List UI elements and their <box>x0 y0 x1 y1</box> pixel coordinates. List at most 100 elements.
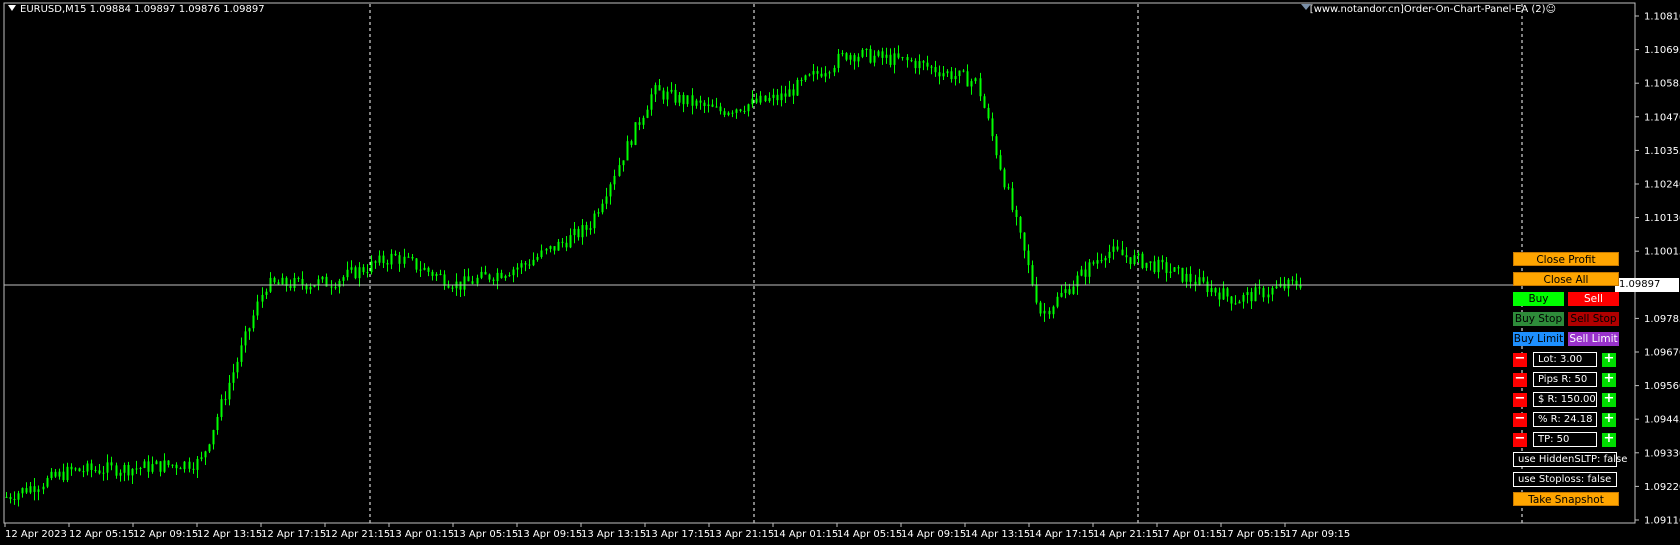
price-chart[interactable]: 1.10810 1.10695 1.10585 1.10470 1.10355 1.102… <box>0 0 1680 545</box>
candle-body <box>650 94 653 110</box>
candle-body <box>297 278 300 280</box>
price-tick-label: 1.09330 <box>1644 448 1680 459</box>
close-all-button[interactable]: Close All <box>1513 272 1619 286</box>
pips-risk-decrease-button[interactable]: − <box>1513 372 1527 387</box>
current-price-label: 1.09897 <box>1615 278 1679 292</box>
pips-risk-field[interactable]: Pips R: 50 <box>1533 372 1597 387</box>
candle-body <box>261 294 264 302</box>
price-tick-label: 1.09560 <box>1644 381 1680 392</box>
dollar-risk-field[interactable]: $ R: 150.00 <box>1533 392 1597 407</box>
candle-body <box>419 269 422 271</box>
close-profit-button[interactable]: Close Profit <box>1513 252 1619 266</box>
candle-body <box>703 102 706 106</box>
candle-body <box>171 464 174 466</box>
candle-body <box>370 261 373 273</box>
sell-limit-button[interactable]: Sell Limit <box>1568 332 1619 346</box>
lot-increase-button[interactable]: + <box>1602 352 1616 367</box>
candle-body <box>735 109 738 113</box>
candle-body <box>1080 269 1083 276</box>
candle-body <box>423 267 426 270</box>
candle-body <box>29 486 32 493</box>
time-tick-label: 13 Apr 01:15 <box>389 529 454 540</box>
hidden-sltp-toggle[interactable]: use HiddenSLTP: false <box>1513 452 1627 467</box>
candle-body <box>751 98 754 105</box>
buy-limit-button[interactable]: Buy Limit <box>1513 332 1564 346</box>
tp-field[interactable]: TP: 50 <box>1533 432 1597 447</box>
candle-body <box>528 264 531 266</box>
candle-body <box>334 287 337 289</box>
time-tick-label: 12 Apr 09:15 <box>133 529 198 540</box>
sell-stop-button[interactable]: Sell Stop <box>1568 312 1619 326</box>
candle-body <box>127 464 130 476</box>
candle-body <box>1254 287 1257 302</box>
tp-decrease-button[interactable]: − <box>1513 432 1527 447</box>
candle-body <box>646 109 649 118</box>
dollar-risk-increase-button[interactable]: + <box>1602 392 1616 407</box>
candle-body <box>98 470 101 474</box>
candle-body <box>824 73 827 77</box>
sell-button[interactable]: Sell <box>1568 292 1619 306</box>
candle-body <box>1291 279 1294 281</box>
candle-body <box>106 462 109 473</box>
candle-body <box>86 463 89 472</box>
candle-body <box>1145 262 1148 268</box>
candle-body <box>13 498 16 500</box>
time-tick-label: 13 Apr 13:15 <box>581 529 646 540</box>
candle-body <box>37 489 40 492</box>
candle-body <box>407 256 410 258</box>
time-tick-label: 17 Apr 05:15 <box>1221 529 1286 540</box>
candle-body <box>1246 292 1249 296</box>
price-tick-label: 1.09670 <box>1644 348 1680 359</box>
price-tick-label: 1.10015 <box>1644 247 1680 258</box>
candle-body <box>1068 289 1071 294</box>
candle-body <box>1052 306 1055 315</box>
candle-body <box>1072 286 1075 294</box>
candle-body <box>654 85 657 95</box>
candle-body <box>183 461 186 470</box>
tp-increase-button[interactable]: + <box>1602 432 1616 447</box>
lot-decrease-button[interactable]: − <box>1513 352 1527 367</box>
candle-body <box>682 94 685 105</box>
candle-body <box>342 277 345 281</box>
candle-body <box>1161 259 1164 263</box>
candle-body <box>1230 296 1233 304</box>
percent-risk-increase-button[interactable]: + <box>1602 412 1616 427</box>
candle-body <box>115 465 118 476</box>
candle-body <box>885 54 888 58</box>
candle-body <box>232 372 235 383</box>
candle-body <box>378 255 381 263</box>
time-tick-label: 12 Apr 21:15 <box>325 529 390 540</box>
candle-body <box>1267 294 1270 298</box>
candle-body <box>958 70 961 77</box>
take-snapshot-button[interactable]: Take Snapshot <box>1513 492 1619 506</box>
candle-body <box>573 228 576 236</box>
candle-body <box>508 275 511 277</box>
buy-stop-button[interactable]: Buy Stop <box>1513 312 1564 326</box>
candle-body <box>155 461 158 465</box>
candle-body <box>804 75 807 81</box>
candle-body <box>1262 288 1265 298</box>
candle-body <box>476 277 479 284</box>
candle-body <box>78 468 81 472</box>
candle-body <box>524 263 527 265</box>
candle-body <box>686 95 689 105</box>
candle-body <box>1125 255 1128 258</box>
lot-field[interactable]: Lot: 3.00 <box>1533 352 1597 367</box>
candle-body <box>695 100 698 106</box>
percent-risk-decrease-button[interactable]: − <box>1513 412 1527 427</box>
pips-risk-increase-button[interactable]: + <box>1602 372 1616 387</box>
candle-body <box>179 468 182 470</box>
candle-body <box>480 271 483 278</box>
candle-body <box>90 463 93 470</box>
buy-button[interactable]: Buy <box>1513 292 1564 306</box>
dropdown-triangle-icon[interactable] <box>8 5 16 11</box>
stoploss-toggle[interactable]: use Stoploss: false <box>1513 472 1617 487</box>
candle-body <box>1064 289 1067 293</box>
candle-body <box>747 104 750 112</box>
candle-body <box>504 275 507 279</box>
candle-body <box>1234 303 1237 305</box>
candle-body <box>1185 273 1188 282</box>
percent-risk-field[interactable]: % R: 24.18 <box>1533 412 1597 427</box>
candle-body <box>82 471 85 473</box>
dollar-risk-decrease-button[interactable]: − <box>1513 392 1527 407</box>
